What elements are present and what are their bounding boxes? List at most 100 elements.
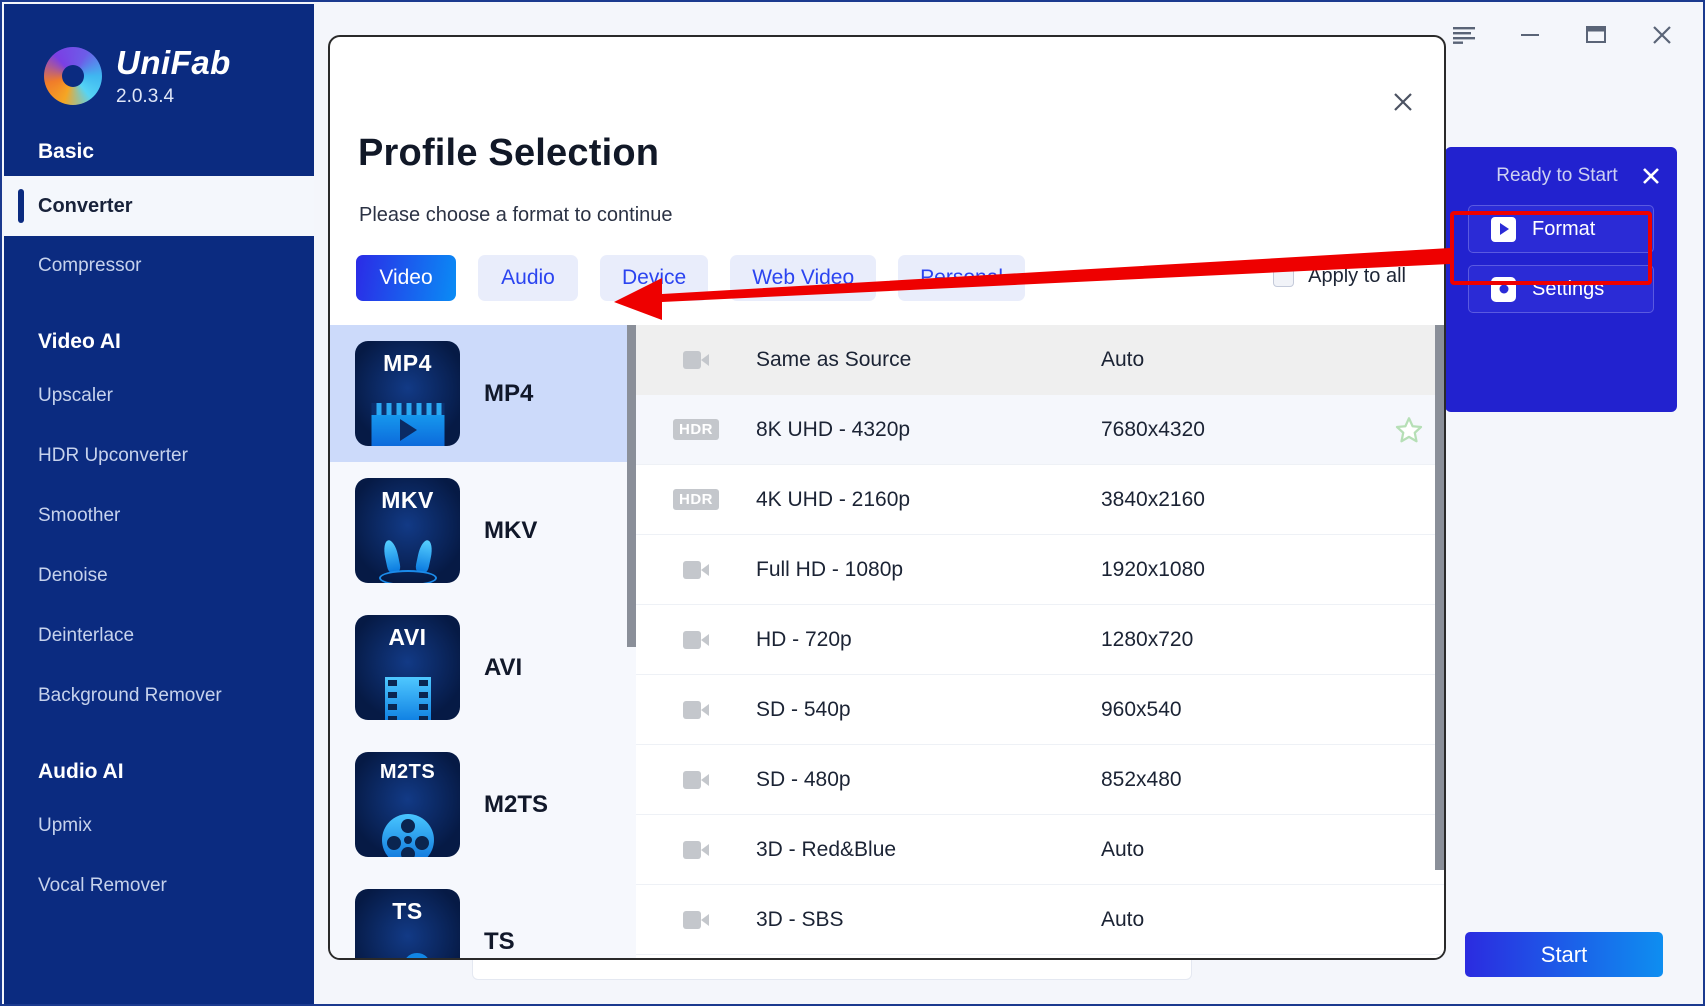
star-icon[interactable]	[1374, 415, 1444, 445]
sidebar-group-video-ai: Video AI	[38, 330, 121, 353]
tab-label: Device	[622, 266, 687, 289]
format-item-label: TS	[484, 927, 515, 955]
sidebar-item-background-remover[interactable]: Background Remover	[4, 666, 314, 726]
resolution-name: SD - 540p	[756, 697, 851, 721]
app-version: 2.0.3.4	[116, 86, 175, 107]
resolution-dimensions: Auto	[1101, 348, 1145, 371]
start-button[interactable]: Start	[1465, 932, 1663, 977]
resolution-list-scrollbar[interactable]	[1435, 325, 1444, 958]
hdr-badge-icon: HDR	[636, 489, 756, 510]
resolution-name: 4K UHD - 2160p	[756, 487, 911, 511]
close-icon[interactable]	[1647, 20, 1677, 50]
table-row[interactable]: Same as Source Auto	[636, 325, 1444, 395]
format-list-scrollbar[interactable]	[627, 325, 636, 958]
format-category-tabs: Video Audio Device Web Video Personal	[356, 255, 1026, 301]
unifab-logo-icon	[44, 47, 102, 105]
sidebar-item-smoother[interactable]: Smoother	[4, 486, 314, 546]
format-item-m2ts[interactable]: M2TS M2TS	[330, 736, 636, 873]
profile-selection-dialog: Profile Selection Please choose a format…	[328, 35, 1446, 960]
menu-icon[interactable]	[1449, 20, 1479, 50]
mkv-icon: MKV	[355, 478, 460, 583]
sidebar-item-label: Upscaler	[38, 385, 113, 406]
tab-label: Personal	[920, 266, 1004, 289]
close-icon[interactable]	[1641, 166, 1661, 186]
format-icon-tag: M2TS	[379, 761, 436, 783]
m2ts-icon: M2TS	[355, 752, 460, 857]
format-item-ts[interactable]: TS TS	[330, 873, 636, 958]
format-item-label: AVI	[484, 653, 523, 681]
camera-icon	[636, 840, 756, 859]
sidebar-item-deinterlace[interactable]: Deinterlace	[4, 606, 314, 666]
start-button-label: Start	[1540, 941, 1588, 967]
camera-icon	[636, 560, 756, 579]
sidebar-item-label: HDR Upconverter	[38, 445, 188, 466]
tab-personal[interactable]: Personal	[898, 255, 1026, 301]
page-title: Profile Selection	[358, 132, 660, 174]
resolution-dimensions: 3840x2160	[1101, 487, 1205, 511]
resolution-dimensions: Auto	[1101, 837, 1145, 861]
resolution-dimensions: 7680x4320	[1101, 417, 1205, 441]
table-row[interactable]: HDR 8K UHD - 4320p 7680x4320	[636, 395, 1444, 465]
sidebar-item-label: Converter	[38, 195, 133, 217]
sidebar-item-upscaler[interactable]: Upscaler	[4, 366, 314, 426]
resolution-dimensions: 1920x1080	[1101, 557, 1205, 581]
sidebar-item-label: Background Remover	[38, 685, 222, 706]
sidebar-item-compressor[interactable]: Compressor	[4, 236, 314, 296]
resolution-dimensions: 852x480	[1101, 767, 1182, 791]
minimize-icon[interactable]	[1515, 20, 1545, 50]
app-name: UniFab	[116, 44, 231, 81]
sidebar-group-basic: Basic	[38, 140, 95, 163]
table-row[interactable]: Full HD - 1080p 1920x1080	[636, 535, 1444, 605]
resolution-name: Full HD - 1080p	[756, 557, 904, 581]
table-row[interactable]: SD - 540p 960x540	[636, 675, 1444, 745]
ready-to-start-panel: Ready to Start Format Settings	[1445, 147, 1677, 412]
sidebar-item-label: Deinterlace	[38, 625, 135, 646]
format-item-avi[interactable]: AVI AVI	[330, 599, 636, 736]
maximize-icon[interactable]	[1581, 20, 1611, 50]
ready-panel-header: Ready to Start	[1445, 147, 1677, 205]
settings-button[interactable]: Settings	[1468, 265, 1654, 313]
scrollbar-thumb[interactable]	[1435, 325, 1444, 870]
tab-label: Video	[379, 266, 433, 289]
format-icon-tag: MKV	[381, 487, 434, 513]
sidebar-item-label: Smoother	[38, 505, 121, 526]
close-icon[interactable]	[1388, 87, 1418, 117]
table-row[interactable]: HD - 720p 1280x720	[636, 605, 1444, 675]
tab-video[interactable]: Video	[356, 255, 456, 301]
sidebar-item-label: Compressor	[38, 255, 142, 276]
format-item-mp4[interactable]: MP4 MP4	[330, 325, 636, 462]
tab-device[interactable]: Device	[600, 255, 709, 301]
apply-to-all-checkbox[interactable]: Apply to all	[1273, 265, 1406, 288]
table-row[interactable]: HDR 4K UHD - 2160p 3840x2160	[636, 465, 1444, 535]
format-item-mkv[interactable]: MKV MKV	[330, 462, 636, 599]
table-row[interactable]: SD - 480p 852x480	[636, 745, 1444, 815]
resolution-name: Same as Source	[756, 348, 912, 371]
sidebar-item-label: Upmix	[38, 815, 92, 836]
sidebar-item-label: Vocal Remover	[38, 875, 167, 896]
table-row[interactable]: 3D - Red&Blue Auto	[636, 815, 1444, 885]
tab-web-video[interactable]: Web Video	[730, 255, 877, 301]
sidebar-item-upmix[interactable]: Upmix	[4, 796, 314, 856]
sidebar-item-vocal-remover[interactable]: Vocal Remover	[4, 856, 314, 916]
resolution-dimensions: 960x540	[1101, 697, 1182, 721]
table-row[interactable]: 3D - SBS Auto	[636, 885, 1444, 955]
format-icon-tag: MP4	[383, 350, 432, 376]
apply-to-all-label: Apply to all	[1308, 265, 1406, 287]
scrollbar-thumb[interactable]	[627, 325, 636, 647]
sidebar-item-denoise[interactable]: Denoise	[4, 546, 314, 606]
ready-panel-title: Ready to Start	[1496, 165, 1618, 186]
format-icon-tag: AVI	[388, 624, 427, 650]
camera-icon	[636, 630, 756, 649]
settings-button-label: Settings	[1532, 277, 1605, 300]
camera-icon	[636, 351, 756, 369]
format-button-label: Format	[1532, 217, 1596, 240]
checkbox-box[interactable]	[1273, 266, 1295, 287]
tab-audio[interactable]: Audio	[478, 255, 578, 301]
sidebar-item-converter[interactable]: Converter	[4, 176, 314, 236]
format-button[interactable]: Format	[1468, 205, 1654, 253]
format-list: MP4 MP4 MKV MKV AVI AVI M2TS M2TS TS TS	[330, 325, 636, 958]
dialog-subtitle: Please choose a format to continue	[359, 204, 673, 226]
avi-icon: AVI	[355, 615, 460, 720]
resolution-name: 8K UHD - 4320p	[756, 417, 911, 441]
sidebar-item-hdr-upconverter[interactable]: HDR Upconverter	[4, 426, 314, 486]
